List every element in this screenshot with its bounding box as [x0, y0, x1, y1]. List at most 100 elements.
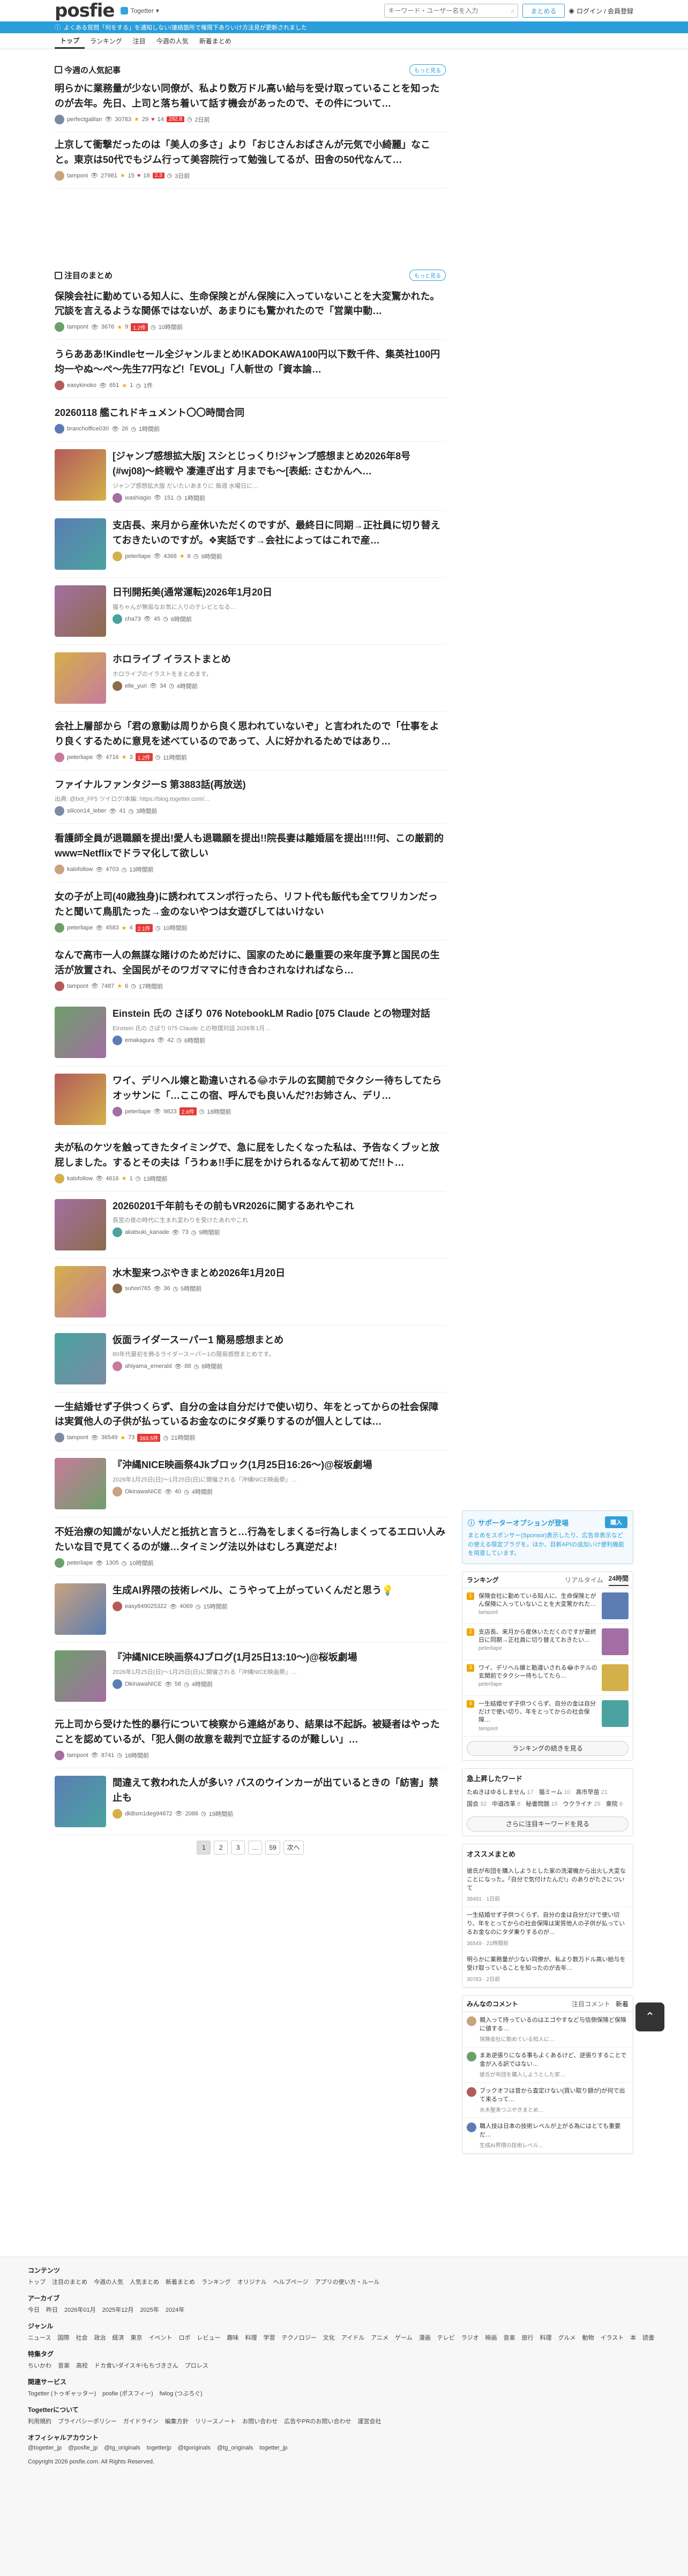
author-name[interactable]: peterliape [67, 754, 93, 761]
author-name[interactable]: OkinawaNICE [125, 1681, 162, 1687]
tab-realtime[interactable]: リアルタイム [565, 1575, 603, 1584]
author-name[interactable]: kalofollow [67, 866, 93, 873]
back-to-top-button[interactable]: ⌃ [635, 2002, 664, 2031]
article-title[interactable]: ファイナルファンタジーS 第3883話(再放送) [55, 778, 446, 793]
article-title[interactable]: 女の子が上司(40歳独身)に誘われてスンポ行ったら、リフト代も飯代も全てワリカン… [55, 890, 446, 920]
tab-24h[interactable]: 24時間 [608, 1574, 629, 1586]
footer-link[interactable]: ゲーム [395, 2333, 413, 2342]
featured-more-button[interactable]: もっと見る [409, 270, 446, 281]
article-title[interactable]: 20260201千年前もその前もVR2026に関するあれやこれ [113, 1199, 446, 1214]
page-3[interactable]: 3 [231, 1840, 245, 1855]
footer-link[interactable]: 本 [630, 2333, 636, 2342]
comment-source[interactable]: 保険会社に勤めている知人に… [480, 2035, 629, 2043]
tab-new-comments[interactable]: 新着 [616, 1999, 629, 2008]
featured-article[interactable]: うらあああ!Kindleセール全ジャンルまとめ!KADOKAWA100円以下数千… [55, 340, 446, 399]
article-title[interactable]: Einstein 氏の さぼり 076 NotebookLM Radio [07… [113, 1007, 446, 1022]
page-last[interactable]: 59 [265, 1840, 280, 1855]
avatar[interactable] [113, 681, 122, 691]
featured-article[interactable]: 生成AI界隈の技術レベル、こうやって上がっていくんだと思う💡 easy849025… [55, 1576, 446, 1643]
article-title[interactable]: 仮面ライダースーパー1 簡易感想まとめ [113, 1333, 446, 1348]
avatar[interactable] [113, 1227, 122, 1238]
author-name[interactable]: OkinawaNICE [125, 1488, 162, 1495]
author-name[interactable]: perfectgalilan [67, 116, 102, 123]
keyword-link[interactable]: 衆院 9 [606, 1799, 623, 1808]
footer-link[interactable]: 注目のまとめ [52, 2277, 87, 2286]
footer-link[interactable]: @tg_originals [217, 2445, 253, 2451]
footer-link[interactable]: 東京 [130, 2333, 142, 2342]
article-title[interactable]: ホロライブ イラストまとめ [113, 652, 446, 667]
featured-article[interactable]: 保険会社に勤めている知人に、生命保険とがん保険に入っていないことを大変驚かれた。… [55, 282, 446, 340]
author-name[interactable]: peterliape [125, 553, 151, 560]
footer-link[interactable]: togetter_jp [259, 2445, 287, 2451]
footer-link[interactable]: @tg_originals [104, 2445, 140, 2451]
footer-link[interactable]: レビュー [197, 2333, 220, 2342]
author-name[interactable]: peterliape [67, 1560, 93, 1566]
footer-link[interactable]: アニメ [371, 2333, 388, 2342]
footer-link[interactable]: 文化 [323, 2333, 335, 2342]
sponsor-box[interactable]: ⓘ サポーターオプションが登場 購入 まとめをスポンサー(Sponsor)表示したり… [462, 1510, 633, 1564]
sponsor-join-button[interactable]: 購入 [605, 1516, 627, 1528]
footer-link[interactable]: 運営会社 [358, 2417, 382, 2425]
avatar[interactable] [55, 170, 64, 181]
avatar[interactable] [55, 1558, 64, 1568]
avatar[interactable] [113, 493, 122, 503]
footer-link[interactable]: 国際 [57, 2333, 69, 2342]
author-name[interactable]: akatsuki_kanade [125, 1229, 169, 1235]
featured-article[interactable]: 『沖縄NICE映画祭4Jkブロック(1月25日16:26〜)@桜坂劇場 2026年… [55, 1450, 446, 1518]
footer-link[interactable]: イベント [148, 2333, 172, 2342]
recommended-title[interactable]: 彼氏が布団を購入しようとした家の洗濯機から出火し大変なことになった。「自分で気付… [467, 1867, 629, 1893]
author-name[interactable]: easykinoko [67, 382, 96, 389]
avatar[interactable] [55, 114, 64, 124]
author-name[interactable]: peterliape [67, 925, 93, 931]
hot-article[interactable]: 明らかに業務量が少ない同僚が、私より数万ドル高い給与を受け取っていることを知った… [55, 76, 446, 132]
footer-link[interactable]: posfie (ポスフィー) [102, 2389, 153, 2398]
featured-article[interactable]: 支店長、来月から産休いただくのですが、最終日に同期→正社員に切り替えておきたいの… [55, 511, 446, 578]
footer-link[interactable]: 経済 [112, 2333, 124, 2342]
featured-article[interactable]: 『沖縄NICE映画祭4Jブログ(1月25日13:10〜)@桜坂劇場 2026年1月… [55, 1643, 446, 1710]
comment-item[interactable]: 親入って持っているのはエゴやすなど与信側保険ど保険に値する… 保険会社に勤めている… [462, 2012, 633, 2048]
avatar[interactable] [113, 1035, 122, 1045]
article-thumbnail[interactable] [55, 1198, 106, 1250]
footer-link[interactable]: 動物 [582, 2333, 594, 2342]
togetter-link[interactable]: Togetter ▾ [121, 7, 159, 14]
footer-link[interactable]: @tgoriginals [178, 2445, 211, 2451]
article-title[interactable]: 間違えて救われた人が多い? バスのウインカーが出ているときの「紡害」禁止も [113, 1776, 446, 1806]
featured-article[interactable]: 水木聖来つぶやきまとめ2026年1月20日 suhori765 👁 36 ◷ 5時間前 [55, 1259, 446, 1326]
recommended-item[interactable]: 明らかに業務量が少ない同僚が、私より数万ドル高い給与を受け取っていることを知った… [462, 1952, 633, 1988]
footer-link[interactable]: 今日 [28, 2305, 40, 2314]
footer-link[interactable]: 音楽 [503, 2333, 515, 2342]
avatar[interactable] [55, 752, 64, 762]
avatar[interactable] [113, 1808, 122, 1819]
footer-link[interactable]: 漫画 [419, 2333, 431, 2342]
avatar[interactable] [55, 865, 64, 875]
footer-link[interactable]: ランキング [201, 2277, 231, 2286]
article-title[interactable]: 20260118 艦これドキュメント〇〇時間合同 [55, 406, 446, 421]
keyword-link[interactable]: 高市早苗 21 [576, 1788, 608, 1796]
avatar[interactable] [113, 1106, 122, 1116]
comment-source[interactable]: 生成AI界隈の技術レベル… [480, 2141, 629, 2149]
tab-notable-comments[interactable]: 注目コメント [572, 1999, 610, 2008]
avatar[interactable] [55, 381, 64, 391]
featured-article[interactable]: 看護師全員が退職願を提出!愛人も退職願を提出!!院長妻は離婚届を提出!!!!何、… [55, 824, 446, 883]
recommended-title[interactable]: 一生結婚せず子供つくらず、自分の金は自分だけで使い切り、年をとってからの社会保障… [467, 1911, 629, 1937]
avatar[interactable] [55, 1750, 64, 1760]
featured-article[interactable]: 元上司から受けた性的暴行について検察から連絡があり、結果は不起訴。被疑者はやった… [55, 1710, 446, 1768]
footer-link[interactable]: 読書 [642, 2333, 654, 2342]
footer-link[interactable]: togetterjp [147, 2445, 171, 2451]
comment-item[interactable]: 職人技は日本の技術レベルが上がる為にはとても重要だ… 生成AI界隈の技術レベル… [462, 2118, 633, 2154]
footer-link[interactable]: ガイドライン [123, 2417, 159, 2425]
tab-featured[interactable]: 注目 [128, 33, 151, 49]
footer-link[interactable]: 2026年01月 [64, 2305, 96, 2314]
footer-link[interactable]: fwlog (つぶろぐ) [160, 2389, 203, 2398]
hot-article[interactable]: 上京して衝撃だったのは「美人の多さ」より「おじさんおばさんが元気で小綺麗」なこと… [55, 132, 446, 189]
footer-link[interactable]: 利用規約 [28, 2417, 51, 2425]
footer-link[interactable]: @togetter_jp [28, 2445, 62, 2451]
footer-link[interactable]: 社会 [76, 2333, 87, 2342]
article-title[interactable]: 生成AI界隈の技術レベル、こうやって上がっていくんだと思う💡 [113, 1583, 446, 1598]
keyword-more-button[interactable]: さらに注目キーワードを見る [467, 1816, 629, 1832]
article-title[interactable]: ワイ、デリヘル嬢と勘違いされる😂ホテルの玄関前でタクシー待ちしてたらオッサンに「… [113, 1074, 446, 1104]
author-name[interactable]: peterliape [125, 1108, 151, 1115]
login-link[interactable]: ◉ ログイン / 会員登録 [569, 6, 634, 16]
footer-link[interactable]: 趣味 [227, 2333, 238, 2342]
footer-link[interactable]: テレビ [437, 2333, 455, 2342]
